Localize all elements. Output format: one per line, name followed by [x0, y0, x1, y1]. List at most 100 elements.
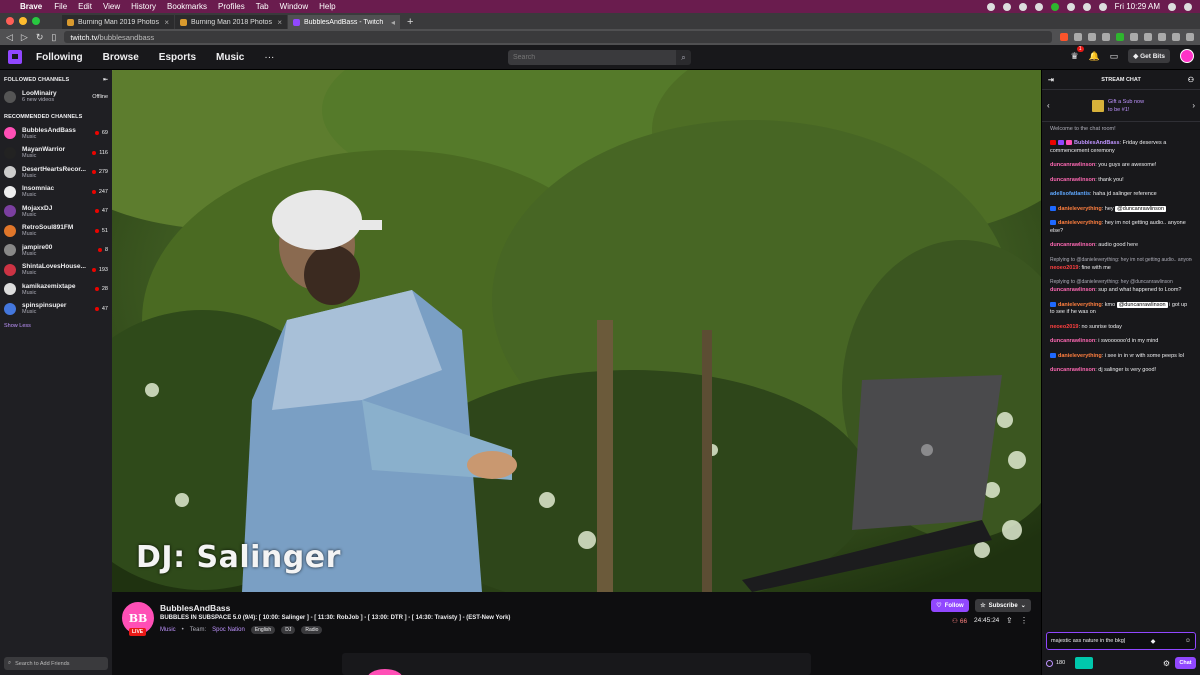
close-tab-icon[interactable]: ×: [277, 18, 282, 27]
more-options-icon[interactable]: ⋮: [1020, 616, 1028, 625]
chat-message[interactable]: duncanrawlinson: dj salinger is very goo…: [1050, 367, 1192, 375]
extension-icon[interactable]: [1088, 33, 1096, 41]
menu-file[interactable]: File: [54, 2, 67, 11]
extension-icon[interactable]: [1074, 33, 1082, 41]
twitch-logo-icon[interactable]: [8, 50, 22, 64]
chat-username[interactable]: danieleverything: [1058, 220, 1102, 226]
team-link[interactable]: Spoc Nation: [212, 627, 245, 633]
notifications-bell-icon[interactable]: 🔔: [1089, 51, 1100, 62]
gift-sub-leaderboard[interactable]: ‹ Gift a Sub now to be #1! ›: [1042, 90, 1200, 122]
channel-points-reward-icon[interactable]: [1075, 657, 1094, 669]
tag-radio[interactable]: Radio: [301, 626, 323, 634]
chat-message[interactable]: duncanrawlinson: audio good here: [1050, 242, 1192, 250]
tab-twitch-active[interactable]: BubblesAndBass - Twitch ◂: [288, 15, 400, 29]
nav-browse[interactable]: Browse: [103, 52, 139, 63]
chat-mention[interactable]: @duncanrawlinson: [1115, 205, 1167, 212]
menu-tab[interactable]: Tab: [256, 2, 269, 11]
search-input[interactable]: [508, 50, 676, 65]
chat-username[interactable]: danieleverything: [1058, 302, 1102, 308]
extension-icon[interactable]: [1172, 33, 1180, 41]
chat-username[interactable]: adellsofatlantis: [1050, 191, 1090, 197]
battery-icon[interactable]: [1098, 2, 1107, 11]
chat-message[interactable]: BubblesAndBass: Friday deserves a commen…: [1050, 140, 1192, 155]
sidebar-item-channel[interactable]: BubblesAndBass Music 69: [0, 124, 112, 144]
sidebar-item-channel[interactable]: jampire00 Music 8: [0, 241, 112, 261]
chat-badge-icon[interactable]: [1050, 140, 1056, 146]
chat-message[interactable]: neoeo2019: no sunrise today: [1050, 324, 1192, 332]
bits-icon[interactable]: ◆: [1151, 638, 1156, 645]
sidebar-item-channel[interactable]: MayanWarrior Music 116: [0, 143, 112, 163]
menu-bookmarks[interactable]: Bookmarks: [167, 2, 207, 11]
chat-username[interactable]: BubblesAndBass: [1074, 140, 1120, 146]
extension-icon[interactable]: [1102, 33, 1110, 41]
extension-icon[interactable]: [1158, 33, 1166, 41]
menu-help[interactable]: Help: [319, 2, 335, 11]
sidebar-item-channel[interactable]: kamikazemixtape Music 28: [0, 280, 112, 300]
control-center-icon[interactable]: [1184, 2, 1192, 11]
chat-send-button[interactable]: Chat: [1175, 657, 1196, 669]
tab-burning-man-2018[interactable]: Burning Man 2018 Photos - Bur ×: [175, 15, 287, 29]
zoom-window-button[interactable]: [32, 17, 40, 25]
chat-badge-icon[interactable]: [1058, 140, 1064, 146]
chat-username[interactable]: danieleverything: [1058, 206, 1102, 212]
chat-mention[interactable]: @duncanrawlinson: [1116, 301, 1168, 308]
share-icon[interactable]: ⇪: [1006, 616, 1013, 625]
chat-username[interactable]: neoeo2019: [1050, 324, 1078, 330]
chat-message[interactable]: adellsofatlantis: haha jd salinger refer…: [1050, 191, 1192, 199]
extension-icon[interactable]: [1144, 33, 1152, 41]
extension-icon[interactable]: [1116, 33, 1124, 41]
chat-username[interactable]: duncanrawlinson: [1050, 242, 1095, 248]
chat-badge-icon[interactable]: [1050, 301, 1056, 307]
chat-message[interactable]: danieleverything: i see in in vr with so…: [1050, 353, 1192, 361]
chevron-right-icon[interactable]: ›: [1192, 101, 1195, 110]
menu-app-name[interactable]: Brave: [20, 2, 42, 11]
subscribe-button[interactable]: ☆ Subscribe ⌄: [975, 599, 1031, 612]
collapse-sidebar-icon[interactable]: ⇤: [103, 77, 108, 83]
back-icon[interactable]: ◁: [6, 32, 13, 43]
chat-message[interactable]: duncanrawlinson: thank you!: [1050, 177, 1192, 185]
show-less-link[interactable]: Show Less: [0, 319, 112, 333]
chat-username[interactable]: duncanrawlinson: [1050, 162, 1095, 168]
search-icon[interactable]: ⌕: [676, 50, 691, 65]
chat-message[interactable]: duncanrawlinson: i swoooooo'd in my mind: [1050, 338, 1192, 346]
sidebar-item-channel[interactable]: DesertHeartsRecor... Music 279: [0, 163, 112, 183]
channel-name-heading[interactable]: BubblesAndBass: [160, 603, 230, 613]
sidebar-item-channel[interactable]: MojaxxDJ Music 47: [0, 202, 112, 222]
chevron-left-icon[interactable]: ‹: [1047, 101, 1050, 110]
forward-icon[interactable]: ▷: [21, 32, 28, 43]
sidebar-item-channel[interactable]: Insomniac Music 247: [0, 182, 112, 202]
category-link[interactable]: Music: [160, 627, 176, 633]
community-icon[interactable]: ⚇: [1188, 76, 1194, 84]
chat-message[interactable]: duncanrawlinson: you guys are awesome!: [1050, 162, 1192, 170]
extension-icon[interactable]: [1130, 33, 1138, 41]
lastpass-icon[interactable]: [1034, 2, 1043, 11]
user-avatar[interactable]: [1180, 49, 1194, 63]
menu-view[interactable]: View: [103, 2, 120, 11]
chrome-icon[interactable]: [986, 2, 995, 11]
chat-badge-icon[interactable]: [1050, 352, 1056, 358]
address-bar[interactable]: twitch.tv/bubblesandbass: [64, 31, 1052, 43]
get-bits-button[interactable]: ◆ Get Bits: [1128, 49, 1170, 63]
close-window-button[interactable]: [6, 17, 14, 25]
new-tab-button[interactable]: +: [407, 15, 413, 29]
more-menu-icon[interactable]: ···: [264, 52, 274, 63]
chat-message[interactable]: danieleverything: kmo @duncanrawlinson i…: [1050, 301, 1192, 317]
reload-icon[interactable]: ↻: [36, 32, 44, 43]
menu-clock[interactable]: Fri 10:29 AM: [1115, 2, 1160, 11]
sidebar-item-looinairy[interactable]: LooMinairy 6 new videos Offline: [0, 87, 112, 107]
nav-esports[interactable]: Esports: [159, 52, 196, 63]
chat-settings-gear-icon[interactable]: ⚙: [1163, 659, 1170, 668]
chat-badge-icon[interactable]: [1050, 205, 1056, 211]
menu-profiles[interactable]: Profiles: [218, 2, 245, 11]
channel-points[interactable]: 180: [1046, 659, 1065, 667]
chat-badge-icon[interactable]: [1050, 220, 1056, 226]
collapse-chat-icon[interactable]: ⇥: [1048, 76, 1054, 84]
minimize-window-button[interactable]: [19, 17, 27, 25]
bookmark-icon[interactable]: ▯: [51, 32, 56, 43]
chat-username[interactable]: danieleverything: [1058, 353, 1102, 359]
chat-username[interactable]: neoeo2019: [1050, 265, 1078, 271]
pinterest-icon[interactable]: [1018, 2, 1027, 11]
add-friends-search[interactable]: ⌕ Search to Add Friends: [4, 657, 108, 670]
menu-history[interactable]: History: [131, 2, 156, 11]
chat-input[interactable]: majestic ass nature in the bkg| ◆ ☺: [1046, 632, 1196, 650]
